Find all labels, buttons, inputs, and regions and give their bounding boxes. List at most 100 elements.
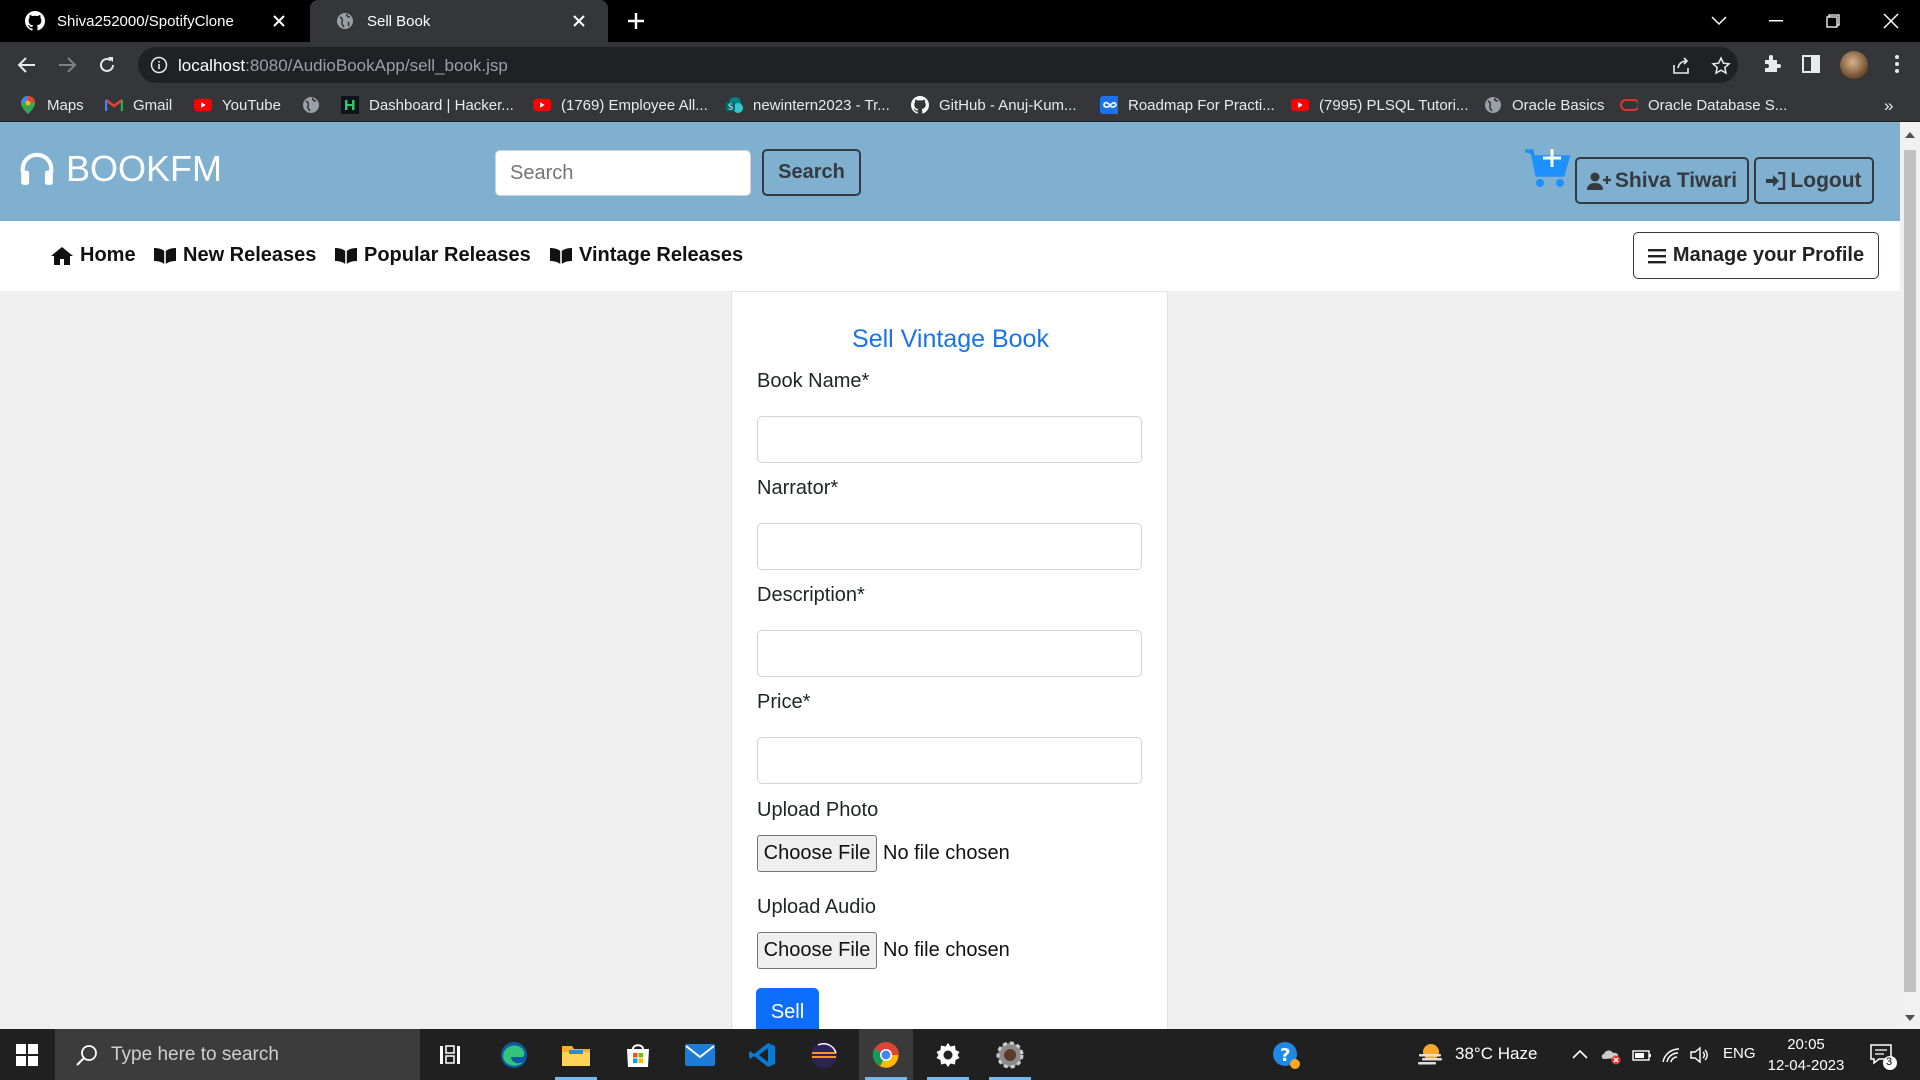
notifications-icon[interactable]: 3 bbox=[1869, 1042, 1897, 1070]
bookmark-newintern[interactable]: S newintern2023 - Tr... bbox=[725, 96, 890, 114]
tab-search-chevron-icon[interactable] bbox=[1706, 8, 1732, 34]
windows-start-icon[interactable] bbox=[16, 1044, 38, 1066]
page-scrollbar[interactable] bbox=[1900, 122, 1920, 1029]
forward-arrow-icon[interactable] bbox=[53, 51, 81, 79]
choose-photo-button[interactable]: Choose File bbox=[757, 835, 877, 872]
app-gear-icon[interactable] bbox=[983, 1029, 1037, 1080]
taskbar-clock[interactable]: 20:05 12-04-2023 bbox=[1766, 1034, 1846, 1076]
url-path: :8080/AudioBookApp/sell_book.jsp bbox=[245, 56, 508, 75]
photo-file-status: No file chosen bbox=[883, 842, 1010, 864]
chrome-icon[interactable] bbox=[859, 1029, 913, 1080]
nav-popular-releases[interactable]: Popular Releases bbox=[334, 244, 531, 267]
bookmark-label: Oracle Basics bbox=[1512, 96, 1605, 114]
more-bookmarks-chevron[interactable]: » bbox=[1884, 96, 1893, 116]
close-tab-icon[interactable] bbox=[268, 10, 290, 32]
bookmark-hackerrank[interactable]: Dashboard | Hacker... bbox=[341, 96, 514, 114]
bookmark-youtube[interactable]: YouTube bbox=[194, 96, 281, 114]
manage-profile-button[interactable]: Manage your Profile bbox=[1633, 232, 1879, 279]
chevron-up-icon[interactable] bbox=[1570, 1045, 1590, 1065]
browser-toolbar: localhost:8080/AudioBookApp/sell_book.js… bbox=[0, 42, 1920, 88]
oracle-icon bbox=[1620, 96, 1638, 114]
edge-browser-icon[interactable] bbox=[487, 1029, 541, 1080]
choose-audio-button[interactable]: Choose File bbox=[757, 932, 877, 969]
bookmark-plsql[interactable]: (7995) PLSQL Tutori... bbox=[1291, 96, 1469, 114]
book-open-icon bbox=[154, 247, 176, 264]
price-input[interactable] bbox=[757, 737, 1142, 784]
github-icon bbox=[911, 96, 929, 114]
back-arrow-icon[interactable] bbox=[13, 51, 41, 79]
description-input[interactable] bbox=[757, 630, 1142, 677]
extensions-icon[interactable] bbox=[1761, 53, 1783, 75]
bookmark-star-icon[interactable] bbox=[1711, 56, 1731, 76]
narrator-input[interactable] bbox=[757, 523, 1142, 570]
hackerrank-icon bbox=[341, 96, 359, 114]
tab-sell-book[interactable]: Sell Book bbox=[310, 0, 608, 42]
search-button[interactable]: Search bbox=[762, 149, 861, 196]
url-text: localhost:8080/AudioBookApp/sell_book.js… bbox=[178, 56, 508, 76]
taskbar-search-box[interactable]: Type here to search bbox=[55, 1029, 420, 1080]
nav-home[interactable]: Home bbox=[50, 244, 136, 267]
nav-new-releases[interactable]: New Releases bbox=[153, 244, 316, 267]
bookmark-employee[interactable]: (1769) Employee All... bbox=[533, 96, 708, 114]
user-profile-button[interactable]: Shiva Tiwari bbox=[1575, 157, 1749, 204]
scrollbar-thumb[interactable] bbox=[1904, 150, 1916, 992]
microsoft-store-icon[interactable] bbox=[611, 1029, 665, 1080]
bookmark-oracle-basics[interactable]: Oracle Basics bbox=[1484, 96, 1605, 114]
hamburger-icon bbox=[1647, 248, 1666, 263]
bookmark-oracle-database[interactable]: Oracle Database S... bbox=[1620, 96, 1787, 114]
headphones-icon bbox=[20, 152, 54, 185]
bookmark-globe[interactable] bbox=[302, 96, 330, 114]
tab-title: Shiva252000/SpotifyClone bbox=[57, 12, 234, 30]
share-icon[interactable] bbox=[1671, 56, 1691, 76]
site-info-icon[interactable] bbox=[150, 56, 168, 74]
brand-logo[interactable]: BOOKFM bbox=[18, 148, 222, 190]
battery-icon[interactable] bbox=[1632, 1045, 1652, 1065]
book-name-label: Book Name* bbox=[757, 370, 870, 392]
mail-icon[interactable] bbox=[673, 1029, 727, 1080]
book-open-icon bbox=[335, 247, 357, 264]
logout-button[interactable]: Logout bbox=[1754, 157, 1874, 204]
profile-avatar[interactable] bbox=[1840, 51, 1868, 79]
reload-icon[interactable] bbox=[93, 51, 121, 79]
kebab-menu-icon[interactable] bbox=[1886, 53, 1908, 75]
bookmark-label: GitHub - Anuj-Kum... bbox=[939, 96, 1077, 114]
task-view-icon[interactable] bbox=[423, 1029, 477, 1080]
close-tab-icon[interactable] bbox=[568, 10, 590, 32]
narrator-label: Narrator* bbox=[757, 477, 839, 499]
youtube-icon bbox=[533, 96, 551, 114]
scroll-down-arrow-icon[interactable] bbox=[1905, 1015, 1915, 1021]
volume-icon[interactable] bbox=[1689, 1045, 1709, 1065]
weather-text[interactable]: 38°C Haze bbox=[1455, 1044, 1537, 1064]
book-name-input[interactable] bbox=[757, 416, 1142, 463]
sell-button[interactable]: Sell bbox=[756, 988, 819, 1029]
close-window-icon[interactable] bbox=[1878, 8, 1904, 34]
eclipse-icon[interactable] bbox=[797, 1029, 851, 1080]
language-indicator[interactable]: ENG bbox=[1723, 1045, 1756, 1062]
nav-vintage-releases[interactable]: Vintage Releases bbox=[549, 244, 743, 267]
minimize-icon[interactable] bbox=[1763, 8, 1789, 34]
restore-icon[interactable] bbox=[1820, 8, 1846, 34]
bookmark-github[interactable]: GitHub - Anuj-Kum... bbox=[911, 96, 1077, 114]
clock-date: 12-04-2023 bbox=[1767, 1057, 1845, 1074]
wifi-icon[interactable] bbox=[1661, 1045, 1681, 1065]
onedrive-icon[interactable] bbox=[1600, 1045, 1621, 1065]
svg-text:S: S bbox=[728, 103, 733, 112]
help-icon[interactable]: ? bbox=[1259, 1029, 1313, 1080]
tab-spotifyclone[interactable]: Shiva252000/SpotifyClone bbox=[0, 0, 308, 42]
file-explorer-icon[interactable] bbox=[549, 1029, 603, 1080]
settings-gear-icon[interactable] bbox=[921, 1029, 975, 1080]
vscode-icon[interactable] bbox=[735, 1029, 789, 1080]
cart-icon[interactable] bbox=[1523, 147, 1571, 189]
page-viewport: BOOKFM Search Shiva Tiwari Logout Home N… bbox=[0, 122, 1900, 1029]
scroll-up-arrow-icon[interactable] bbox=[1905, 132, 1915, 138]
weather-haze-icon[interactable] bbox=[1416, 1042, 1444, 1066]
search-input[interactable] bbox=[495, 150, 751, 196]
side-panel-icon[interactable] bbox=[1800, 53, 1822, 75]
address-bar[interactable]: localhost:8080/AudioBookApp/sell_book.js… bbox=[138, 47, 1738, 83]
bookmark-maps[interactable]: Maps bbox=[19, 96, 84, 114]
new-tab-icon[interactable] bbox=[624, 9, 648, 33]
bookmark-gmail[interactable]: Gmail bbox=[105, 96, 172, 114]
bookmark-roadmap[interactable]: Roadmap For Practi... bbox=[1100, 96, 1275, 114]
gmail-icon bbox=[105, 96, 123, 114]
bookmark-label: (7995) PLSQL Tutori... bbox=[1319, 96, 1469, 114]
